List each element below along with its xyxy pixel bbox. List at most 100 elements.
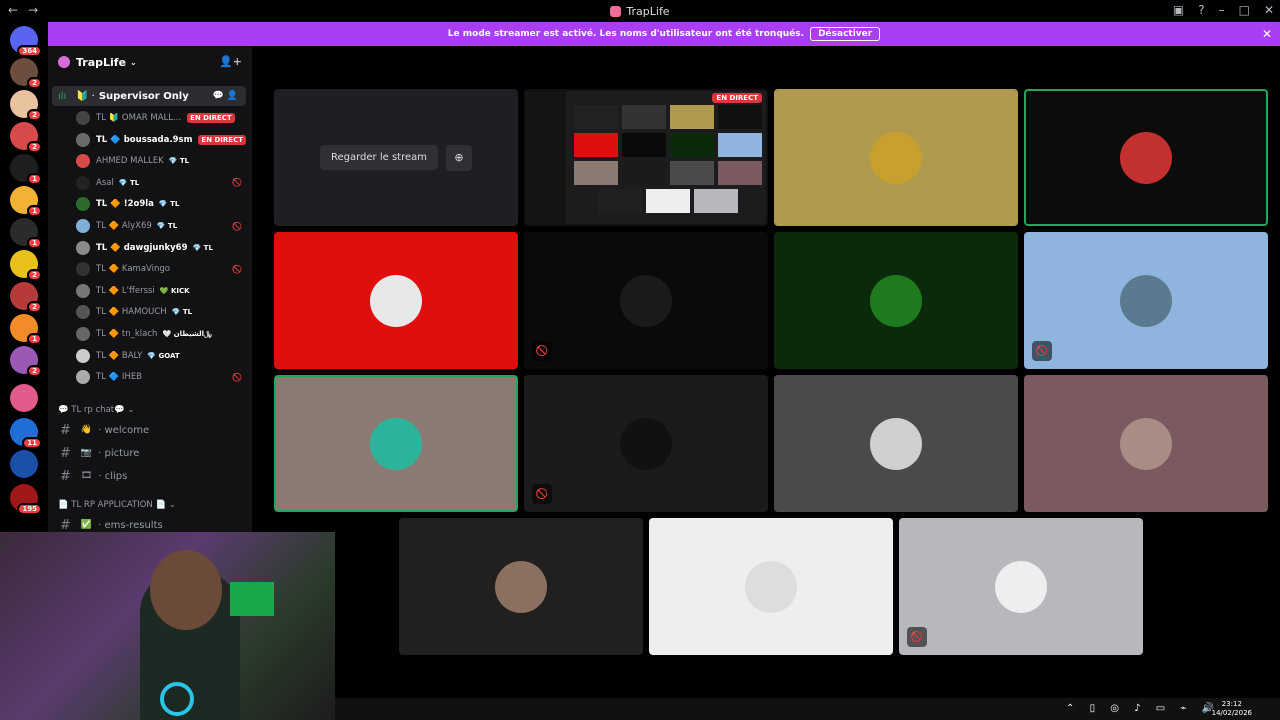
voice-member[interactable]: TL 🔰 OMAR MALL... EN DIRECT	[76, 108, 246, 128]
participant-tile[interactable]	[1024, 89, 1268, 226]
help-icon[interactable]: ?	[1198, 3, 1204, 17]
voice-member[interactable]: TL 🔶 KamaVingo 🚫	[76, 259, 246, 279]
voice-member[interactable]: TL 🔶 L'fferssi 💚 KICK	[76, 281, 246, 301]
server-icon-6[interactable]: 1	[10, 218, 42, 249]
participant-tile[interactable]	[649, 518, 893, 655]
server-icon-7[interactable]: 2	[10, 250, 42, 281]
participant-tile[interactable]	[774, 89, 1018, 226]
server-icon-8[interactable]: 2	[10, 282, 42, 313]
mention-badge: 2	[27, 77, 42, 89]
channel-name: · welcome	[98, 424, 150, 436]
server-icon-11[interactable]	[10, 384, 38, 412]
mini-tile	[718, 133, 762, 157]
voice-member[interactable]: TL 🔶 BALY 💎 GOAT	[76, 346, 246, 366]
avatar	[76, 197, 90, 212]
participant-tile[interactable]	[399, 518, 643, 655]
server-icon-5[interactable]: 1	[10, 186, 42, 217]
muted-icon: 🚫	[232, 264, 242, 274]
voice-channel-name: Supervisor Only	[98, 90, 189, 102]
member-name: TL 🔷 boussada.9sm	[96, 134, 193, 145]
participant-avatar	[370, 417, 422, 470]
avatar	[76, 175, 90, 190]
mini-tile	[574, 133, 618, 157]
member-name: TL 🔰 OMAR MALL...	[96, 113, 182, 123]
channel-name: · picture	[98, 447, 140, 459]
monitor-glow	[230, 582, 274, 616]
voice-member[interactable]: TL 🔶 HAMOUCH 💎 TL	[76, 302, 246, 322]
voice-member[interactable]: TL 🔷 IHEB 🚫	[76, 367, 246, 387]
disable-streamer-button[interactable]: Désactiver	[810, 27, 881, 41]
channel-emoji: 👋	[80, 425, 93, 435]
banner-close-icon[interactable]: ✕	[1262, 27, 1272, 41]
voice-member[interactable]: TL 🔷 boussada.9sm EN DIRECT	[76, 130, 246, 150]
server-icon-2[interactable]: 2	[10, 90, 42, 121]
participant-tile[interactable]	[774, 375, 1018, 512]
stream-tile[interactable]: Regarder le stream ⊕	[274, 89, 518, 226]
channel-emoji: 🎞	[80, 471, 93, 481]
server-icon-4[interactable]: 1	[10, 154, 42, 185]
stream-preview-icon[interactable]: ⊕	[446, 144, 472, 171]
server-name: TrapLife	[76, 55, 127, 69]
inbox-icon[interactable]: ▣	[1173, 3, 1184, 17]
participant-tile[interactable]	[1024, 375, 1268, 512]
voice-channel-supervisor[interactable]: ılı 🔰 · Supervisor Only 💬 👤	[52, 86, 246, 106]
participant-tile[interactable]: 🚫	[1024, 232, 1268, 369]
server-icon	[58, 56, 70, 68]
screen-share-tile[interactable]: EN DIRECT	[524, 89, 768, 226]
participant-tile[interactable]	[274, 232, 518, 369]
voice-member[interactable]: TL 🔶 !2o9la 💎 TL	[76, 194, 246, 214]
participant-avatar	[870, 131, 922, 184]
server-icon-1[interactable]: 2	[10, 58, 42, 89]
avatar	[76, 154, 90, 169]
voice-channel-actions[interactable]: 💬 👤	[213, 91, 238, 101]
voice-stage: Regarder le stream ⊕ EN DIRECT 🚫 🚫 🚫 🚫	[252, 46, 1280, 698]
participant-tile[interactable]: 🚫	[899, 518, 1143, 655]
deafened-icon: 🚫	[1032, 341, 1052, 361]
text-channel[interactable]: # 👋 · welcome	[60, 420, 149, 440]
participant-tile[interactable]	[274, 375, 518, 512]
mini-tile	[718, 161, 762, 185]
mini-tile	[670, 105, 714, 129]
mention-badge: 1	[27, 173, 42, 185]
participant-tile[interactable]	[774, 232, 1018, 369]
deafened-icon: 🚫	[907, 627, 927, 647]
invite-people-icon[interactable]: 👤+	[219, 55, 242, 68]
server-icon-3[interactable]: 2	[10, 122, 42, 153]
window-title: TrapLife	[0, 5, 1280, 18]
mini-tile	[574, 105, 618, 129]
server-icon-12[interactable]: 11	[10, 418, 42, 449]
mention-badge: 364	[17, 45, 42, 57]
participant-avatar	[1120, 417, 1172, 470]
shared-sidebar	[526, 91, 566, 224]
category-tl-rp-application[interactable]: 📄 TL RP APPLICATION 📄 ⌄	[58, 500, 176, 510]
minimize-icon[interactable]: –	[1219, 3, 1225, 17]
voice-member[interactable]: AHMED MALLEK 💎 TL	[76, 151, 246, 171]
participant-tile[interactable]: 🚫	[524, 375, 768, 512]
system-tray[interactable]: ⌃ ▯ ◎ ♪ ▭ ⌁ 🔊	[1066, 703, 1220, 714]
close-window-icon[interactable]: ✕	[1264, 3, 1274, 17]
member-tag: 💎 TL	[158, 200, 180, 209]
server-icon-0[interactable]: 364	[10, 26, 42, 57]
server-icon-10[interactable]: 2	[10, 346, 42, 377]
server-icon-14[interactable]: 195	[10, 484, 42, 515]
voice-member[interactable]: Asal 💎 TL 🚫	[76, 173, 246, 193]
server-icon-9[interactable]: 1	[10, 314, 42, 345]
participant-avatar	[745, 560, 797, 613]
mini-tile	[574, 161, 618, 185]
voice-member[interactable]: TL 🔶 AlyX69 💎 TL 🚫	[76, 216, 246, 236]
member-name: TL 🔷 IHEB	[96, 372, 143, 383]
participant-avatar	[370, 274, 422, 327]
watch-stream-button[interactable]: Regarder le stream	[319, 145, 438, 170]
server-icon-13[interactable]	[10, 450, 38, 478]
voice-member[interactable]: TL 🔶 dawgjunky69 💎 TL	[76, 238, 246, 258]
voice-member[interactable]: TL 🔶 tn_klach 🤍 ﷼الشيطان	[76, 324, 246, 344]
text-channel[interactable]: # 🎞 · clips	[60, 466, 127, 486]
participant-tile[interactable]: 🚫	[524, 232, 768, 369]
server-header[interactable]: TrapLife ⌄ 👤+	[48, 46, 252, 78]
live-badge: EN DIRECT	[187, 113, 235, 123]
participant-avatar	[995, 560, 1047, 613]
maximize-icon[interactable]: □	[1239, 3, 1250, 17]
mention-badge: 2	[27, 109, 42, 121]
category-tl-rp-chat[interactable]: 💬 TL rp chat💬 ⌄	[58, 405, 135, 415]
text-channel[interactable]: # 📷 · picture	[60, 443, 139, 463]
